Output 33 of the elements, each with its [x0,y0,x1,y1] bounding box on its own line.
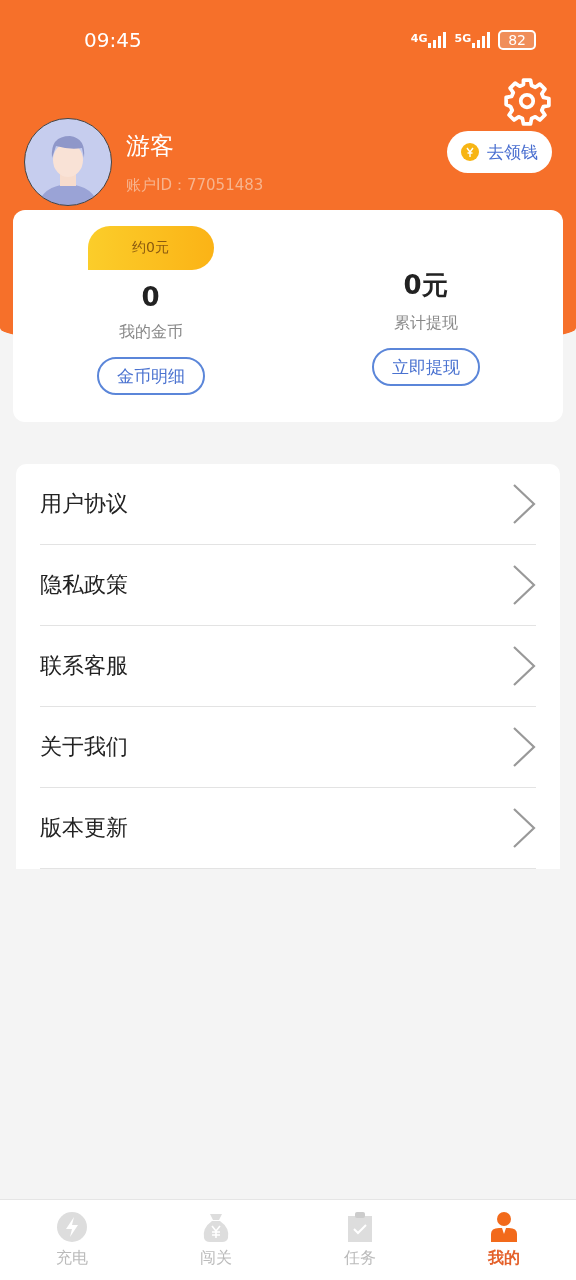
chevron-right-icon [512,483,536,525]
stat-label: 累计提现 [393,313,458,334]
network-label: 5G [454,32,472,45]
user-icon [491,1211,517,1242]
menu-item[interactable]: 关于我们 [40,707,536,788]
coin-icon [461,143,479,161]
menu-item[interactable]: 版本更新 [40,788,536,869]
settings-icon[interactable] [502,76,552,126]
chevron-right-icon [512,726,536,768]
stat-label: 我的金币 [118,322,183,343]
user-name: 游客 [126,130,175,162]
earn-money-button[interactable]: 去领钱 [447,131,552,173]
coin-details-button[interactable]: 金币明细 [96,357,205,395]
status-time: 09:45 [84,28,142,52]
menu-item[interactable]: 隐私政策 [40,545,536,626]
menu-item[interactable]: 联系客服 [40,626,536,707]
money-bag-icon [202,1211,230,1242]
lightning-icon [57,1211,87,1242]
battery-indicator: 82 [498,30,536,50]
clipboard-check-icon [348,1211,372,1242]
signal-icon [428,32,447,48]
menu-item[interactable]: 用户协议 [40,464,536,545]
nav-tab[interactable]: 我的 [432,1200,576,1280]
chevron-right-icon [512,807,536,849]
estimate-badge: 约0元 [87,226,214,270]
stat-value: 0 [141,282,160,312]
network-label: 4G [410,32,428,45]
account-id: 账户ID：77051483 [126,175,265,195]
chevron-right-icon [512,645,536,687]
stat-value: 0元 [403,269,448,302]
signal-icon [472,32,491,48]
withdraw-button[interactable]: 立即提现 [371,348,480,386]
chevron-right-icon [512,564,536,606]
